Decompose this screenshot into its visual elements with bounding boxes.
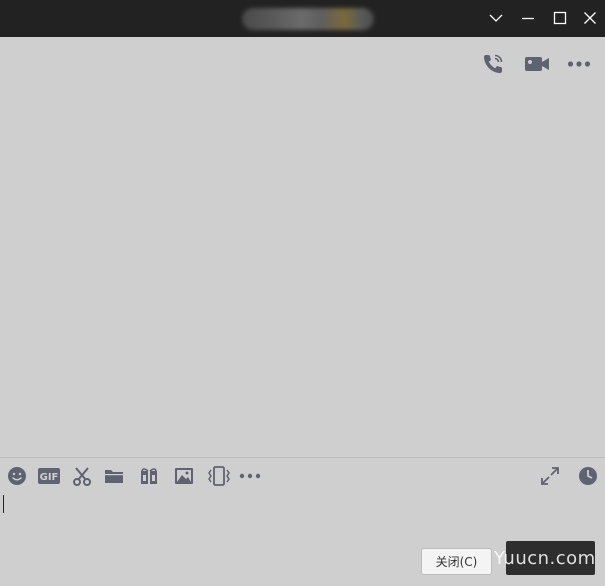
maximize-icon[interactable] — [550, 8, 570, 28]
text-caret — [3, 495, 4, 513]
title-bar — [0, 0, 605, 37]
scissors-icon[interactable] — [71, 465, 93, 487]
more-icon[interactable] — [238, 465, 262, 487]
folder-icon[interactable] — [103, 465, 125, 487]
voice-call-icon[interactable] — [480, 51, 506, 77]
close-button[interactable]: 关闭(C) — [421, 548, 492, 575]
message-area[interactable] — [0, 37, 605, 457]
vibrate-icon[interactable] — [206, 465, 232, 487]
svg-text:GIF: GIF — [40, 472, 59, 483]
send-button[interactable] — [506, 541, 595, 575]
contact-name-blurred — [242, 8, 374, 30]
message-input[interactable] — [6, 492, 600, 540]
image-icon[interactable] — [173, 465, 195, 487]
clock-icon[interactable] — [577, 465, 599, 487]
more-icon[interactable] — [566, 51, 592, 77]
divider — [0, 457, 605, 458]
dropdown-icon[interactable] — [486, 8, 506, 28]
message-input-area[interactable] — [0, 490, 605, 540]
gif-icon[interactable]: GIF — [37, 465, 61, 487]
window-title — [242, 8, 374, 30]
gift-icon[interactable] — [138, 465, 160, 487]
close-icon[interactable] — [580, 8, 600, 28]
video-call-icon[interactable] — [524, 51, 550, 77]
minimize-icon[interactable] — [518, 8, 538, 28]
emoji-icon[interactable] — [6, 465, 28, 487]
expand-icon[interactable] — [539, 465, 561, 487]
